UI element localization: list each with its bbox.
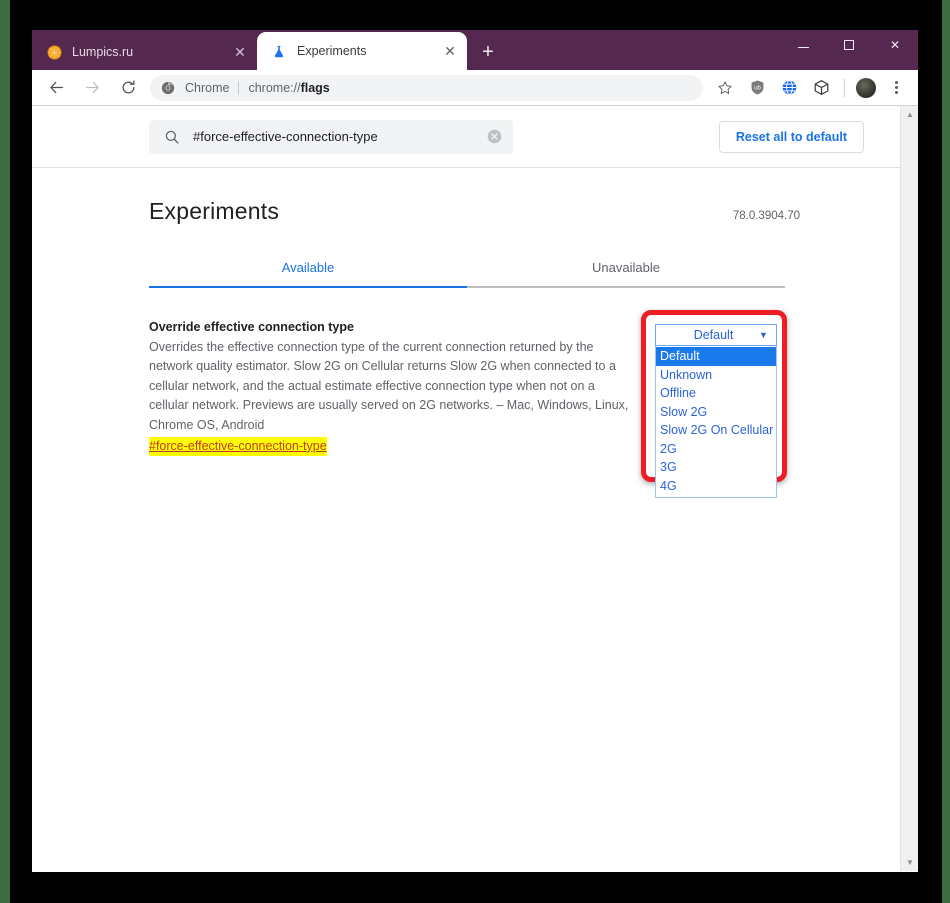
search-input[interactable] <box>193 129 485 144</box>
svg-text:ub: ub <box>754 86 761 92</box>
tab-available[interactable]: Available <box>149 250 467 286</box>
vertical-scrollbar[interactable]: ▲ ▼ <box>900 106 918 871</box>
tab-unavailable[interactable]: Unavailable <box>467 250 785 286</box>
select-option[interactable]: Unknown <box>656 366 776 385</box>
select-option[interactable]: Slow 2G <box>656 403 776 422</box>
page-title: Experiments <box>149 198 280 224</box>
flask-icon <box>271 43 287 59</box>
select-options-list[interactable]: Default Unknown Offline Slow 2G Slow 2G … <box>655 346 777 498</box>
box-extension-icon[interactable] <box>808 75 834 101</box>
menu-button[interactable] <box>883 75 909 101</box>
select-option[interactable]: 2G <box>656 440 776 459</box>
ublock-shield-icon[interactable]: ub <box>744 75 770 101</box>
minimize-button[interactable] <box>780 30 826 60</box>
effective-connection-type-select[interactable]: Default ▼ Default Unknown Offline Slow 2… <box>655 324 777 498</box>
forward-button[interactable] <box>77 73 107 103</box>
flags-tabs: Available Unavailable <box>149 250 785 288</box>
tab-title: Experiments <box>297 44 367 58</box>
omnibox-url-prefix: chrome:// <box>248 80 301 95</box>
reload-button[interactable] <box>113 73 143 103</box>
omnibox-separator <box>238 80 240 95</box>
new-tab-button[interactable]: + <box>473 37 503 67</box>
tab-lumpics[interactable]: Lumpics.ru ✕ <box>32 34 257 70</box>
select-selected-value: Default <box>693 328 734 342</box>
flags-content: Experiments 78.0.3904.70 Available Unava… <box>32 168 900 498</box>
orange-circle-favicon <box>46 44 62 60</box>
tab-close-icon[interactable]: ✕ <box>439 40 461 62</box>
omnibox-url-path: flags <box>300 80 330 95</box>
tab-active-underline <box>149 286 467 288</box>
omnibox-url: chrome://flags <box>248 81 329 95</box>
flag-name: Override effective connection type <box>149 320 354 334</box>
flag-description: Overrides the effective connection type … <box>149 338 631 457</box>
three-dots-icon <box>894 81 898 94</box>
browser-toolbar: Chrome chrome://flags ub <box>32 70 918 106</box>
scrollbar-up-arrow[interactable]: ▲ <box>901 106 918 123</box>
experiments-header: Experiments 78.0.3904.70 <box>149 168 900 225</box>
bookmark-star-icon[interactable] <box>712 75 738 101</box>
select-option[interactable]: Slow 2G On Cellular <box>656 421 776 440</box>
chrome-logo-icon <box>160 80 176 96</box>
search-field-wrapper[interactable] <box>149 119 513 154</box>
omnibox[interactable]: Chrome chrome://flags <box>150 74 703 101</box>
browser-window: Lumpics.ru ✕ Experiments ✕ + ✕ Chrome ch… <box>32 30 918 872</box>
toolbar-actions: ub <box>709 75 912 101</box>
close-button[interactable]: ✕ <box>872 30 918 60</box>
globe-extension-icon[interactable] <box>776 75 802 101</box>
select-button[interactable]: Default ▼ <box>655 324 777 346</box>
chevron-down-icon: ▼ <box>759 329 768 340</box>
back-button[interactable] <box>41 73 71 103</box>
chrome-version-label: 78.0.3904.70 <box>732 210 800 222</box>
select-option[interactable]: Default <box>656 347 776 366</box>
scrollbar-down-arrow[interactable]: ▼ <box>901 854 918 871</box>
tab-close-icon[interactable]: ✕ <box>229 41 251 63</box>
avatar[interactable] <box>856 77 876 98</box>
tab-experiments[interactable]: Experiments ✕ <box>257 32 467 70</box>
toolbar-divider <box>844 78 845 97</box>
window-controls: ✕ <box>780 30 918 70</box>
flag-text-column: Override effective connection type Overr… <box>149 320 631 457</box>
select-option[interactable]: 4G <box>656 477 776 496</box>
reset-all-to-default-button[interactable]: Reset all to default <box>718 120 864 153</box>
flags-page: Reset all to default Experiments 78.0.39… <box>32 106 900 871</box>
select-option[interactable]: Offline <box>656 384 776 403</box>
flag-control-column: Default ▼ Default Unknown Offline Slow 2… <box>641 310 864 498</box>
maximize-button[interactable] <box>826 30 872 60</box>
select-option[interactable]: 3G <box>656 458 776 477</box>
flag-description-text: Overrides the effective connection type … <box>149 340 629 432</box>
flag-id: #force-effective-connection-type <box>149 436 327 457</box>
tab-title: Lumpics.ru <box>72 45 134 59</box>
flags-search-bar: Reset all to default <box>32 106 900 168</box>
clear-circle-icon[interactable] <box>485 128 503 146</box>
search-icon <box>163 128 181 146</box>
omnibox-scheme-label: Chrome <box>185 80 230 95</box>
page-area: Reset all to default Experiments 78.0.39… <box>32 106 918 871</box>
flag-entry: Override effective connection type Overr… <box>149 310 900 498</box>
tab-strip: Lumpics.ru ✕ Experiments ✕ + ✕ <box>32 30 918 70</box>
